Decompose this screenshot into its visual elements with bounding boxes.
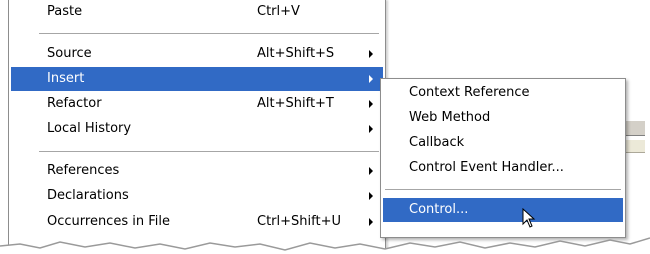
editor-background [385, 0, 645, 80]
mouse-pointer-icon [522, 208, 536, 228]
submenu-item-label: Web Method [409, 110, 491, 125]
submenu-arrow-icon [369, 50, 373, 58]
menu-item-label: References [47, 163, 120, 178]
submenu-arrow-icon [369, 75, 373, 83]
menu-item-references[interactable]: References [11, 159, 383, 183]
menu-item-shortcut: Ctrl+V [257, 4, 300, 19]
insert-submenu: Context Reference Web Method Callback Co… [380, 78, 626, 238]
menu-item-label: Local History [47, 121, 132, 136]
submenu-item-control[interactable]: Control... [383, 198, 623, 222]
menu-item-shortcut: Alt+Shift+T [257, 96, 334, 111]
context-menu: Paste Ctrl+V Source Alt+Shift+S Insert R… [8, 0, 386, 254]
menu-item-paste[interactable]: Paste Ctrl+V [11, 0, 383, 24]
submenu-item-label: Control Event Handler... [409, 160, 564, 175]
submenu-item-label: Control... [409, 202, 469, 217]
menu-item-label: Refactor [47, 96, 102, 111]
submenu-item-context-reference[interactable]: Context Reference [383, 81, 623, 105]
submenu-arrow-icon [369, 192, 373, 200]
submenu-arrow-icon [369, 167, 373, 175]
menu-item-label: Paste [47, 4, 83, 19]
submenu-item-callback[interactable]: Callback [383, 131, 623, 155]
menu-item-source[interactable]: Source Alt+Shift+S [11, 42, 383, 66]
menu-item-shortcut: Alt+Shift+S [257, 46, 335, 61]
submenu-arrow-icon [369, 125, 373, 133]
submenu-item-control-event-handler[interactable]: Control Event Handler... [383, 156, 623, 180]
menu-item-insert[interactable]: Insert [11, 67, 383, 91]
menu-item-local-history[interactable]: Local History [11, 117, 383, 141]
submenu-arrow-icon [369, 100, 373, 108]
screenshot: Paste Ctrl+V Source Alt+Shift+S Insert R… [0, 0, 650, 254]
submenu-item-web-method[interactable]: Web Method [383, 106, 623, 130]
menu-item-label: Declarations [47, 188, 129, 203]
submenu-separator [385, 189, 621, 191]
menu-item-declarations[interactable]: Declarations [11, 184, 383, 208]
menu-item-label: Insert [47, 71, 85, 86]
menu-separator [39, 33, 379, 35]
submenu-arrow-icon [369, 218, 373, 226]
submenu-item-label: Callback [409, 135, 465, 150]
menu-separator [39, 151, 379, 153]
menu-item-refactor[interactable]: Refactor Alt+Shift+T [11, 92, 383, 116]
torn-edge [0, 237, 650, 254]
submenu-item-label: Context Reference [409, 85, 530, 100]
menu-item-label: Source [47, 46, 92, 61]
left-margin [0, 0, 8, 254]
